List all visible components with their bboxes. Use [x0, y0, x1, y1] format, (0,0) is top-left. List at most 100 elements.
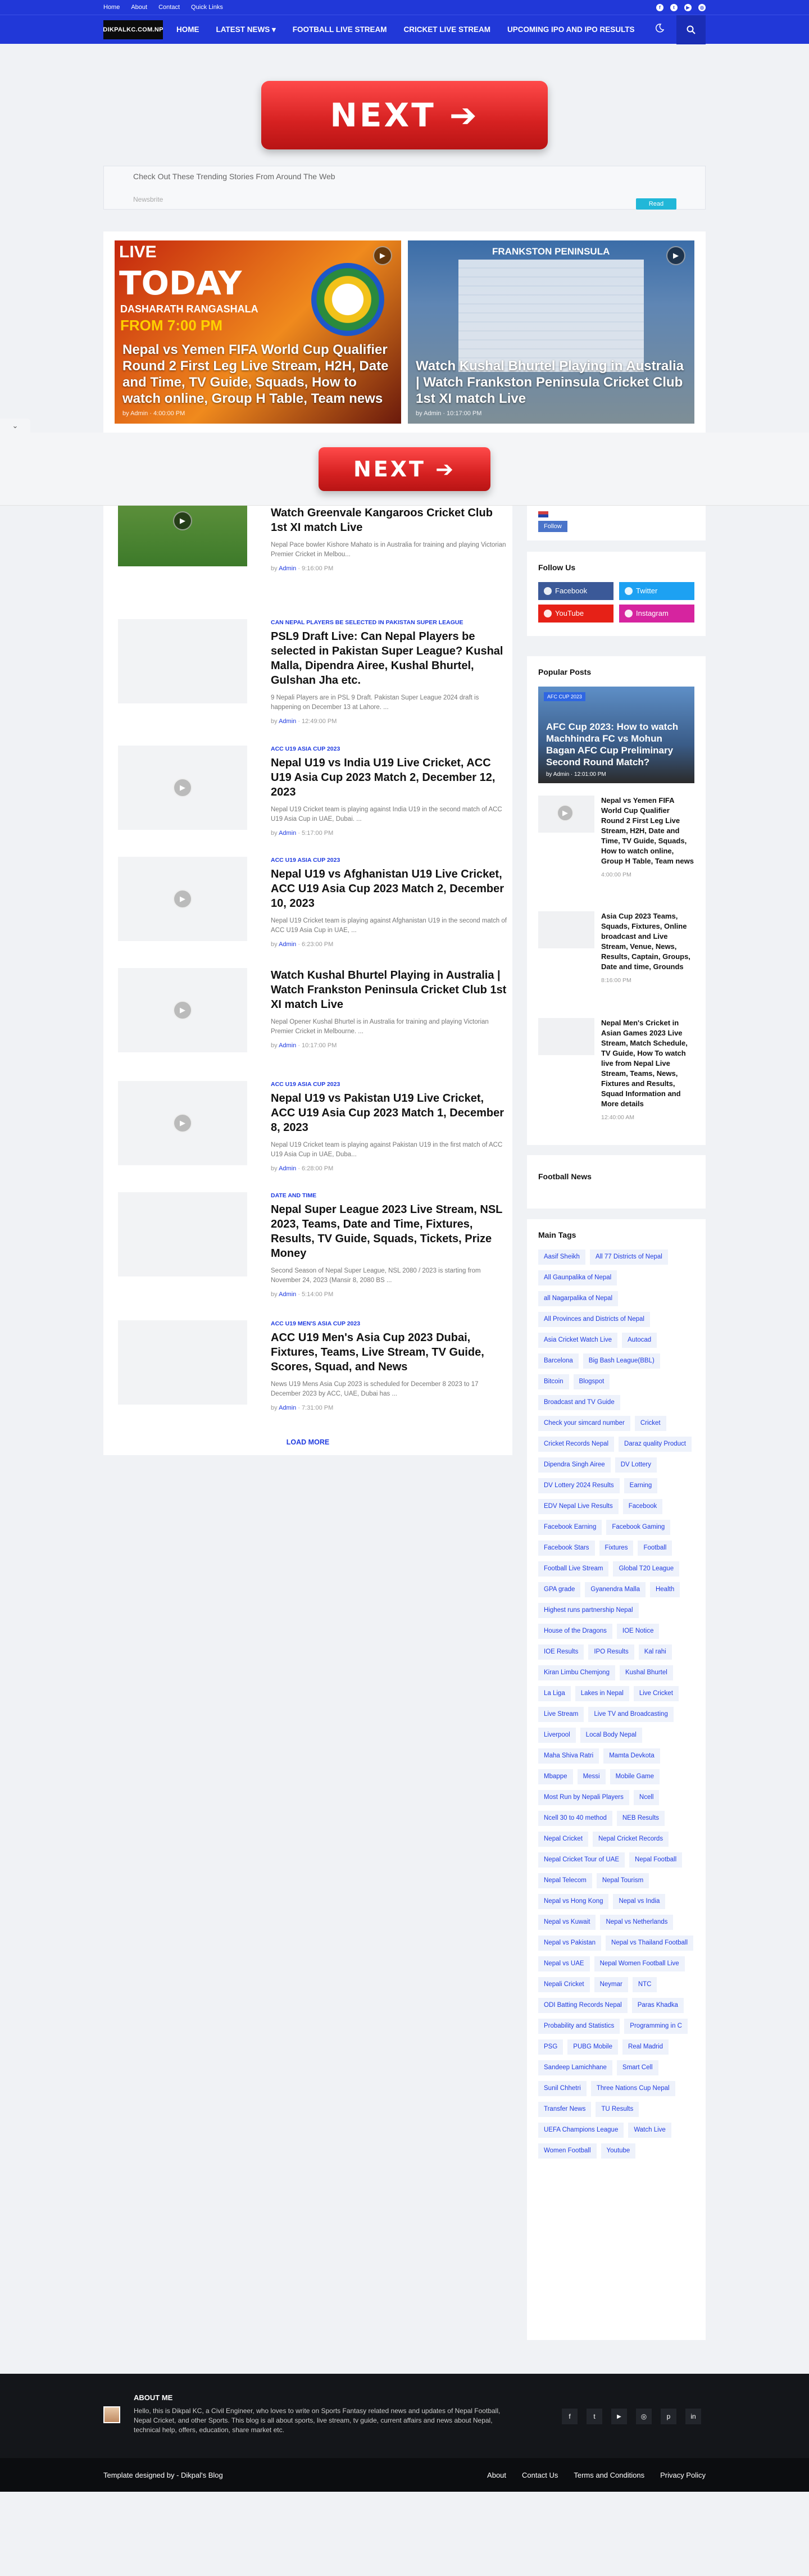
tag-chip[interactable]: Autocad	[622, 1333, 657, 1348]
tag-chip[interactable]: House of the Dragons	[538, 1624, 612, 1639]
load-more-button[interactable]: LOAD MORE	[103, 1438, 512, 1446]
post-author[interactable]: Admin	[424, 410, 441, 417]
youtube-follow-button[interactable]: YouTube	[538, 605, 613, 623]
tag-chip[interactable]: Health	[649, 1582, 680, 1597]
tag-chip[interactable]: Live Stream	[538, 1707, 584, 1722]
post-author[interactable]: Admin	[279, 1042, 296, 1049]
footer-link-contact[interactable]: Contact Us	[522, 2471, 558, 2479]
tag-chip[interactable]: Facebook	[622, 1499, 663, 1514]
tag-chip[interactable]: Cricket Records Nepal	[538, 1437, 615, 1452]
post-author[interactable]: Admin	[130, 410, 148, 417]
instagram-follow-button[interactable]: Instagram	[619, 605, 694, 623]
sticky-next-button[interactable]: NEXT ➔	[319, 447, 490, 491]
tag-chip[interactable]: Nepal vs UAE	[538, 1956, 590, 1971]
tag-chip[interactable]: Kal rahi	[638, 1644, 672, 1660]
tag-chip[interactable]: Nepal Tourism	[596, 1873, 649, 1888]
tag-chip[interactable]: Kiran Limbu Chemjong	[538, 1665, 615, 1680]
tag-chip[interactable]: Lakes in Nepal	[575, 1686, 629, 1701]
featured-post[interactable]: FRANKSTON PENINSULA ▶ Watch Kushal Bhurt…	[408, 240, 694, 424]
tag-chip[interactable]: Bitcoin	[538, 1374, 569, 1389]
post-author[interactable]: Admin	[279, 1291, 296, 1298]
tag-chip[interactable]: Facebook Earning	[538, 1520, 602, 1535]
post-author[interactable]: Admin	[279, 565, 296, 572]
popular-featured-post[interactable]: AFC CUP 2023 AFC Cup 2023: How to watch …	[538, 687, 694, 783]
tag-chip[interactable]: Watch Live	[628, 2123, 671, 2138]
post-category[interactable]: DATE AND TIME	[271, 1192, 507, 1199]
tag-chip[interactable]: All Gaunpalika of Nepal	[538, 1270, 617, 1285]
tag-chip[interactable]: Nepal vs Netherlands	[600, 1915, 674, 1930]
featured-post[interactable]: LIVE TODAY DASHARATH RANGASHALA FROM 7:0…	[115, 240, 401, 424]
tag-chip[interactable]: Daraz quality Product	[619, 1437, 692, 1452]
tag-chip[interactable]: Real Madrid	[622, 2039, 669, 2055]
play-icon[interactable]: ▶	[173, 511, 192, 530]
tag-chip[interactable]: La Liga	[538, 1686, 571, 1701]
popular-post-title[interactable]: Nepal vs Yemen FIFA World Cup Qualifier …	[601, 796, 694, 865]
topbar-link-quick-links[interactable]: Quick Links	[191, 4, 223, 11]
tag-chip[interactable]: Programming in C	[624, 2019, 688, 2034]
tag-chip[interactable]: Fixtures	[599, 1541, 634, 1556]
tag-chip[interactable]: Nepal vs Hong Kong	[538, 1894, 609, 1909]
post-title[interactable]: Watch Kushal Bhurtel Playing in Australi…	[271, 968, 507, 1012]
footer-link-terms[interactable]: Terms and Conditions	[574, 2471, 644, 2479]
tag-chip[interactable]: Maha Shiva Ratri	[538, 1748, 599, 1764]
popular-featured-title[interactable]: AFC Cup 2023: How to watch Machhindra FC…	[546, 721, 689, 768]
youtube-icon[interactable]: ▶	[611, 2409, 627, 2424]
tag-chip[interactable]: Local Body Nepal	[580, 1728, 642, 1743]
twitter-follow-button[interactable]: Twitter	[619, 582, 694, 600]
play-icon[interactable]: ▶	[173, 1001, 192, 1020]
tag-chip[interactable]: Nepal vs Thailand Football	[606, 1936, 693, 1951]
tag-chip[interactable]: IPO Results	[588, 1644, 634, 1660]
post-category[interactable]: ACC U19 ASIA CUP 2023	[271, 857, 507, 864]
post-thumbnail[interactable]	[118, 1192, 247, 1276]
tag-chip[interactable]: Mobile Game	[610, 1769, 660, 1784]
tag-chip[interactable]: Neymar	[594, 1977, 628, 1992]
tag-chip[interactable]: Nepal Cricket Tour of UAE	[538, 1852, 625, 1868]
instagram-icon[interactable]: ◎	[636, 2409, 652, 2424]
popular-post-title[interactable]: Nepal Men's Cricket in Asian Games 2023 …	[601, 1019, 688, 1108]
tag-chip[interactable]: Ncell	[633, 1790, 660, 1805]
post-title[interactable]: Watch Greenvale Kangaroos Cricket Club 1…	[271, 506, 507, 535]
site-logo[interactable]: DIKPALKC.COM.NP	[103, 20, 163, 39]
post-title[interactable]: Nepal U19 vs India U19 Live Cricket, ACC…	[271, 756, 507, 799]
tag-chip[interactable]: Youtube	[601, 2143, 636, 2159]
post-title[interactable]: Nepal U19 vs Pakistan U19 Live Cricket, …	[271, 1091, 507, 1135]
tag-chip[interactable]: Women Football	[538, 2143, 597, 2159]
topbar-link-contact[interactable]: Contact	[158, 4, 180, 11]
tag-chip[interactable]: NTC	[632, 1977, 657, 1992]
tag-chip[interactable]: Asia Cricket Watch Live	[538, 1333, 617, 1348]
sticky-ad-collapse[interactable]: ⌄	[0, 419, 30, 433]
tag-chip[interactable]: Global T20 League	[613, 1561, 680, 1577]
tag-chip[interactable]: All Provinces and Districts of Nepal	[538, 1312, 650, 1327]
tag-chip[interactable]: Football Live Stream	[538, 1561, 609, 1577]
tag-chip[interactable]: Probability and Statistics	[538, 2019, 620, 2034]
tag-chip[interactable]: PSG	[538, 2039, 563, 2055]
post-thumbnail[interactable]	[118, 619, 247, 703]
tag-chip[interactable]: Live TV and Broadcasting	[588, 1707, 674, 1722]
popular-post[interactable]: Nepal Men's Cricket in Asian Games 2023 …	[538, 1018, 694, 1130]
topbar-link-home[interactable]: Home	[103, 4, 120, 11]
popular-post[interactable]: ▶ Nepal vs Yemen FIFA World Cup Qualifie…	[538, 796, 694, 911]
tag-chip[interactable]: Mbappe	[538, 1769, 573, 1784]
tag-chip[interactable]: Nepal Cricket Records	[593, 1832, 669, 1847]
tag-chip[interactable]: DV Lottery	[615, 1457, 657, 1473]
tag-chip[interactable]: Cricket	[634, 1416, 666, 1431]
facebook-icon[interactable]: f	[656, 3, 663, 11]
post-category[interactable]: CAN NEPAL PLAYERS BE SELECTED IN PAKISTA…	[271, 619, 507, 626]
tag-chip[interactable]: Nepali Cricket	[538, 1977, 590, 1992]
tag-chip[interactable]: Dipendra Singh Airee	[538, 1457, 611, 1473]
post-category[interactable]: ACC U19 ASIA CUP 2023	[271, 1081, 507, 1088]
post-thumbnail[interactable]: ▶	[118, 746, 247, 830]
tag-chip[interactable]: Most Run by Nepali Players	[538, 1790, 629, 1805]
post-author[interactable]: Admin	[279, 830, 296, 837]
facebook-follow-button[interactable]: Facebook	[538, 582, 613, 600]
tag-chip[interactable]: IOE Results	[538, 1644, 584, 1660]
play-icon[interactable]: ▶	[173, 778, 192, 797]
tag-chip[interactable]: Smart Cell	[616, 2060, 658, 2075]
tag-chip[interactable]: Football	[638, 1541, 672, 1556]
post-thumbnail[interactable]: ▶	[118, 857, 247, 941]
tag-chip[interactable]: Broadcast and TV Guide	[538, 1395, 620, 1410]
post-category[interactable]: ACC U19 MEN'S ASIA CUP 2023	[271, 1320, 507, 1327]
topbar-link-about[interactable]: About	[131, 4, 147, 11]
twitter-icon[interactable]: t	[587, 2409, 602, 2424]
footer-link-privacy[interactable]: Privacy Policy	[660, 2471, 706, 2479]
